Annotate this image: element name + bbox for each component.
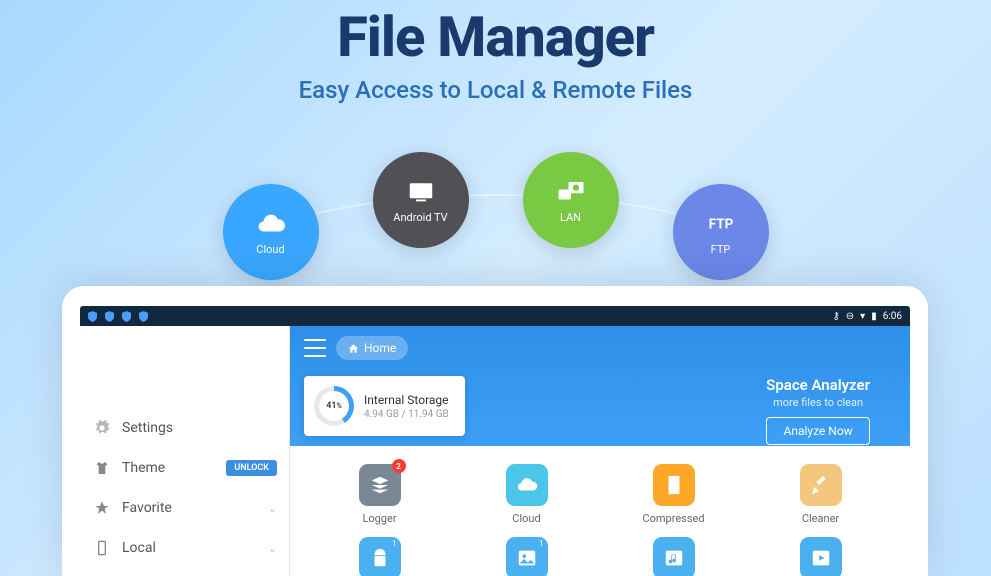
grid-label: Compressed <box>642 512 704 525</box>
android-status-bar: ⚷ ⊖ ▾ ▮ 6:06 <box>80 306 910 326</box>
storage-card[interactable]: 41% Internal Storage 4.94 GB / 11.94 GB <box>304 376 465 436</box>
phone-icon <box>94 540 110 556</box>
image-icon <box>516 547 538 569</box>
grid-item-apk[interactable]: 1 <box>320 537 439 576</box>
grid-label: Logger <box>362 512 396 525</box>
music-icon <box>663 547 685 569</box>
shield-icon <box>105 311 114 322</box>
category-grid: 2 Logger Cloud Compressed Cleaner <box>290 446 910 576</box>
battery-icon: ▮ <box>871 311 877 322</box>
bluetooth-icon: ⚷ <box>832 311 839 322</box>
app-header: Home 41% Internal Storage 4.94 GB / 11.9… <box>290 326 910 446</box>
grid-item-logger[interactable]: 2 Logger <box>320 464 439 525</box>
analyzer-subtitle: more files to clean <box>766 396 870 409</box>
zip-icon <box>663 474 685 496</box>
shield-icon <box>139 311 148 322</box>
play-icon <box>810 547 832 569</box>
count-badge: 1 <box>392 539 397 548</box>
sidebar-item-settings[interactable]: Settings <box>80 408 289 448</box>
sidebar-item-theme[interactable]: Theme UNLOCK <box>80 448 289 488</box>
shield-icon <box>122 311 131 322</box>
notification-badge: 2 <box>392 459 406 473</box>
hero-subtitle: Easy Access to Local & Remote Files <box>0 76 991 104</box>
circle-label: LAN <box>560 211 581 224</box>
stack-icon <box>369 474 391 496</box>
sidebar-label: Favorite <box>122 500 172 516</box>
broom-icon <box>810 474 832 496</box>
shirt-icon <box>94 460 110 476</box>
chevron-down-icon: ⌄ <box>268 502 277 515</box>
lan-icon <box>554 177 588 207</box>
menu-button[interactable] <box>304 339 326 357</box>
ftp-icon: FTP <box>704 209 738 239</box>
grid-item-compressed[interactable]: Compressed <box>614 464 733 525</box>
home-icon <box>348 343 359 354</box>
breadcrumb-home[interactable]: Home <box>336 336 408 360</box>
gear-icon <box>94 420 110 436</box>
grid-item-cloud[interactable]: Cloud <box>467 464 586 525</box>
tablet-frame: ⚷ ⊖ ▾ ▮ 6:06 Settings Theme UNLOCK <box>62 286 928 576</box>
circle-cloud[interactable]: Cloud <box>223 184 319 280</box>
android-icon <box>369 547 391 569</box>
grid-item-music[interactable] <box>614 537 733 576</box>
shield-icon <box>88 311 97 322</box>
space-analyzer: Space Analyzer more files to clean Analy… <box>766 376 870 445</box>
grid-item-video[interactable] <box>761 537 880 576</box>
breadcrumb-label: Home <box>364 341 396 355</box>
grid-label: Cloud <box>512 512 540 525</box>
circle-label: Cloud <box>256 243 284 256</box>
hero-title: File Manager <box>0 4 991 70</box>
sidebar-label: Local <box>122 540 156 556</box>
analyze-now-button[interactable]: Analyze Now <box>766 417 869 445</box>
circle-label: Android TV <box>393 211 447 224</box>
circle-lan[interactable]: LAN <box>523 152 619 248</box>
dnd-icon: ⊖ <box>846 311 854 322</box>
cloud-icon <box>516 474 538 496</box>
storage-ring: 41% <box>314 386 354 426</box>
circle-label: FTP <box>711 243 731 256</box>
unlock-badge[interactable]: UNLOCK <box>226 460 277 476</box>
sidebar: Settings Theme UNLOCK Favorite ⌄ Local ⌄ <box>80 326 290 576</box>
wifi-icon: ▾ <box>860 311 865 322</box>
count-badge: 1 <box>539 539 544 548</box>
circle-android-tv[interactable]: Android TV <box>373 152 469 248</box>
cloud-icon <box>254 209 288 239</box>
storage-name: Internal Storage <box>364 393 449 407</box>
grid-item-cleaner[interactable]: Cleaner <box>761 464 880 525</box>
sidebar-label: Theme <box>122 460 165 476</box>
grid-label: Cleaner <box>802 512 839 525</box>
status-time: 6:06 <box>883 311 902 322</box>
chevron-down-icon: ⌄ <box>268 542 277 555</box>
storage-size: 4.94 GB / 11.94 GB <box>364 409 449 420</box>
circle-ftp[interactable]: FTP FTP <box>673 184 769 280</box>
svg-text:FTP: FTP <box>708 216 733 232</box>
feature-circles: Cloud Android TV LAN FTP FTP <box>0 152 991 280</box>
star-icon <box>94 500 110 516</box>
sidebar-item-favorite[interactable]: Favorite ⌄ <box>80 488 289 528</box>
grid-item-images[interactable]: 1 <box>467 537 586 576</box>
tv-icon <box>404 177 438 207</box>
sidebar-item-local[interactable]: Local ⌄ <box>80 528 289 568</box>
analyzer-title: Space Analyzer <box>766 376 870 394</box>
sidebar-label: Settings <box>122 420 173 436</box>
